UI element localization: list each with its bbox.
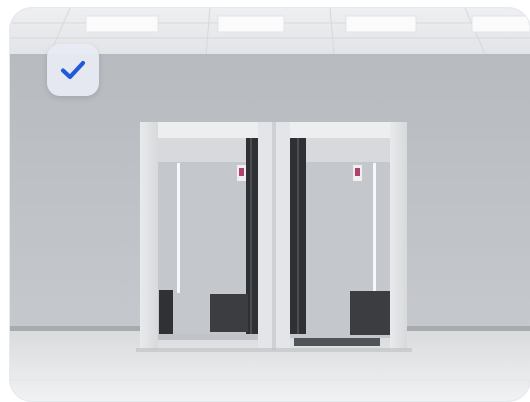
ceiling-light [217,15,285,33]
ceiling-light [345,15,417,33]
fitting-booths [136,122,412,352]
ceiling-light [471,15,530,33]
checkmark-icon [60,60,86,80]
image-option-card[interactable] [10,8,530,401]
selected-check-badge[interactable] [47,44,99,96]
ceiling-light [85,15,159,33]
